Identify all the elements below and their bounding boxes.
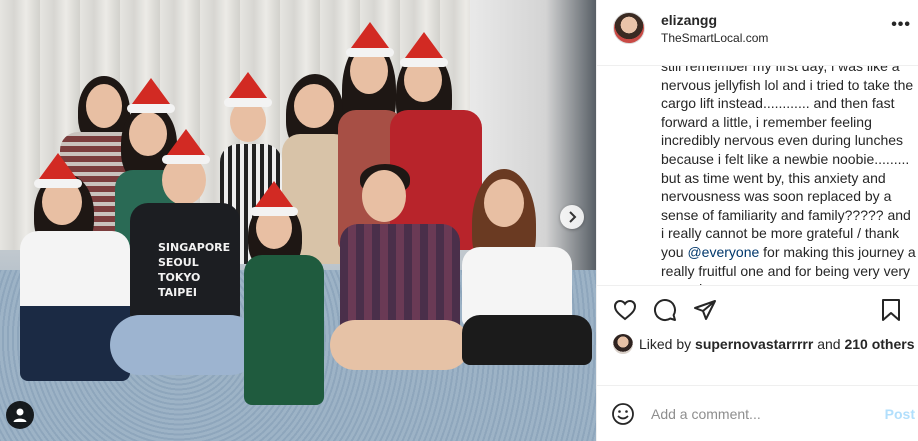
liker-username-link[interactable]: supernovastarrrrr xyxy=(695,336,813,352)
emoji-button[interactable] xyxy=(611,402,635,431)
others-link[interactable]: 210 others xyxy=(844,336,914,352)
post-side-panel: elizangg TheSmartLocal.com ••• still rem… xyxy=(596,0,918,441)
comment-input[interactable] xyxy=(651,404,871,424)
more-options-icon: ••• xyxy=(891,16,911,33)
chevron-right-icon xyxy=(569,211,577,223)
comment-button[interactable] xyxy=(653,298,677,327)
liker-avatar[interactable] xyxy=(613,334,633,354)
comment-icon xyxy=(654,299,676,322)
post-header: elizangg TheSmartLocal.com ••• xyxy=(597,0,918,66)
action-bar xyxy=(597,294,918,328)
more-options-button[interactable]: ••• xyxy=(891,16,911,34)
likes-middle: and xyxy=(813,336,845,352)
paper-plane-icon xyxy=(694,300,716,320)
tag-people-button[interactable] xyxy=(6,401,34,429)
username-link[interactable]: elizangg xyxy=(661,12,717,28)
post-comment-button[interactable]: Post xyxy=(885,406,915,422)
comment-bar: Post xyxy=(597,385,918,441)
location-link[interactable]: TheSmartLocal.com xyxy=(661,31,768,45)
caption-text: still remember my first day, i was like … xyxy=(661,66,914,260)
post-caption: still remember my first day, i was like … xyxy=(661,66,917,285)
person-icon xyxy=(13,408,27,422)
likes-summary: Liked by supernovastarrrrr and 210 other… xyxy=(613,334,915,354)
mention-link[interactable]: @everyone xyxy=(687,244,759,260)
avatar[interactable] xyxy=(613,12,645,44)
share-button[interactable] xyxy=(693,298,717,327)
save-button[interactable] xyxy=(879,298,903,327)
shirt-text: SINGAPORE SEOUL TOKYO TAIPEI xyxy=(158,241,231,299)
emoji-icon xyxy=(612,403,634,425)
bookmark-icon xyxy=(882,299,900,321)
next-photo-button[interactable] xyxy=(560,205,584,229)
post-photo[interactable]: SINGAPORE SEOUL TOKYO TAIPEI xyxy=(0,0,596,441)
caption-scroll-area[interactable]: still remember my first day, i was like … xyxy=(597,66,918,286)
like-button[interactable] xyxy=(613,298,637,327)
likes-prefix: Liked by xyxy=(639,336,692,352)
heart-icon xyxy=(613,299,637,321)
